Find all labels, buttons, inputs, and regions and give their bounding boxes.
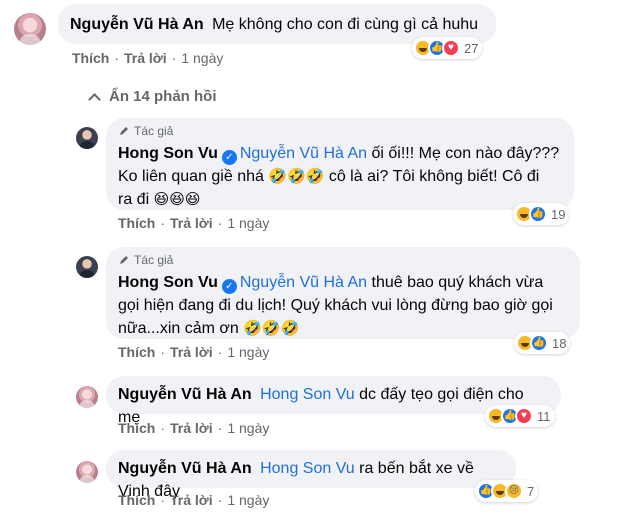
comment-actions: Thích · Trả lời · 1 ngày [118,214,269,232]
comment-text-part: thuê bao quý khách vừa [367,274,544,291]
reaction-summary[interactable]: 👍 19 [513,203,570,225]
timestamp[interactable]: 1 ngày [227,419,269,437]
separator: · [171,50,177,66]
comment-text-part: Ko liên quan giề nhá [118,168,269,185]
like-icon: 👍 [530,334,548,352]
reply-button[interactable]: Trả lời [170,491,213,509]
separator: · [160,492,166,508]
comment-author[interactable]: Nguyễn Vũ Hà An [118,386,252,403]
author-badge-label: Tác giả [134,253,174,267]
laughing-emoji-icon: 😆😆😆 [153,191,201,208]
comment-bubble: Nguyễn Vũ Hà An Hong Son Vu ra bến bắt x… [106,450,516,500]
comment-author[interactable]: Hong Son Vu [118,274,218,291]
chevron-up-icon [88,92,101,106]
reaction-count: 19 [551,206,566,222]
avatar[interactable] [14,13,46,45]
timestamp[interactable]: 1 ngày [227,214,269,232]
reaction-count: 18 [552,335,567,351]
comment-actions: Thích · Trả lời · 1 ngày [118,491,269,509]
like-button[interactable]: Thích [118,214,155,232]
comment-author[interactable]: Nguyễn Vũ Hà An [118,460,252,477]
comment-actions: Thích · Trả lời · 1 ngày [72,49,223,67]
reply-button[interactable]: Trả lời [124,49,167,67]
separator: · [217,215,223,231]
comment-text-part: cô là ai? Tôi không biết! Cô đi [324,168,540,185]
reaction-count: 27 [464,40,479,56]
comment-text-part: ra đi [118,191,154,208]
timestamp[interactable]: 1 ngày [227,491,269,509]
reply-button[interactable]: Trả lời [170,419,213,437]
avatar[interactable] [76,127,98,149]
comment-bubble: Tác giả Hong Son Vu ✓ Nguyễn Vũ Hà An ối ố… [106,118,574,210]
separator: · [217,344,223,360]
author-badge: Tác giả [118,252,568,268]
hide-replies-button[interactable]: Ẩn 14 phản hồi [86,88,217,106]
reaction-count: 11 [537,408,551,424]
separator: · [217,420,223,436]
separator: · [160,420,166,436]
comment-text: Hong Son Vu ✓ Nguyễn Vũ Hà An thuê bao quý… [118,271,568,340]
rofl-emoji-icon: 🤣🤣🤣 [268,168,325,185]
mention-link[interactable]: Hong Son Vu [260,386,355,403]
rofl-emoji-icon: 🤣🤣🤣 [243,320,300,337]
like-button[interactable]: Thích [118,343,155,361]
timestamp[interactable]: 1 ngày [227,343,269,361]
pencil-icon [120,256,128,264]
comment-author[interactable]: Nguyễn Vũ Hà An [70,16,204,33]
separator: · [217,492,223,508]
author-badge-label: Tác giả [134,124,174,138]
reply-button[interactable]: Trả lời [170,343,213,361]
reply-button[interactable]: Trả lời [170,214,213,232]
like-icon: 👍 [529,205,547,223]
pencil-icon [120,127,128,135]
mention-link[interactable]: Nguyễn Vũ Hà An [240,145,367,162]
comment-bubble: Tác giả Hong Son Vu ✓ Nguyễn Vũ Hà An thuê… [106,247,580,339]
separator: · [114,50,120,66]
avatar[interactable] [76,256,98,278]
sad-icon: 😢 [505,482,523,500]
like-button[interactable]: Thích [118,491,155,509]
comment-text-part: gọi hiện đang đi du lịch! Quý khách vui … [118,297,553,314]
comment-text-part: nữa...xin cảm ơn [118,320,244,337]
author-badge: Tác giả [118,123,562,139]
comment-author[interactable]: Hong Son Vu [118,145,218,162]
love-icon: ♥ [515,407,533,425]
reaction-count: 7 [527,483,535,499]
verified-icon: ✓ [221,279,237,294]
comment-actions: Thích · Trả lời · 1 ngày [118,419,269,437]
verified-icon: ✓ [221,150,237,165]
comment-actions: Thích · Trả lời · 1 ngày [118,343,269,361]
hide-replies-label: Ẩn 14 phản hồi [109,88,217,105]
reaction-summary[interactable]: 👍 18 [514,332,571,354]
timestamp[interactable]: 1 ngày [181,49,223,67]
separator: · [160,344,166,360]
love-icon: ♥ [442,39,460,57]
comment-text-part: ối ối!!! Mẹ con nào đây??? [367,145,560,162]
like-button[interactable]: Thích [72,49,109,67]
like-button[interactable]: Thích [118,419,155,437]
reaction-summary[interactable]: 👍 ♥ 27 [412,37,483,59]
separator: · [160,215,166,231]
mention-link[interactable]: Hong Son Vu [260,460,355,477]
reaction-summary[interactable]: 👍 😢 7 [475,480,539,502]
avatar[interactable] [76,461,98,483]
reaction-summary[interactable]: 👍 ♥ 11 [485,405,555,427]
comment-text: Mẹ không cho con đi cùng gì cả huhu [212,16,479,33]
mention-link[interactable]: Nguyễn Vũ Hà An [240,274,367,291]
comment-text: Hong Son Vu ✓ Nguyễn Vũ Hà An ối ối!!! Mẹ … [118,142,562,211]
avatar[interactable] [76,386,98,408]
